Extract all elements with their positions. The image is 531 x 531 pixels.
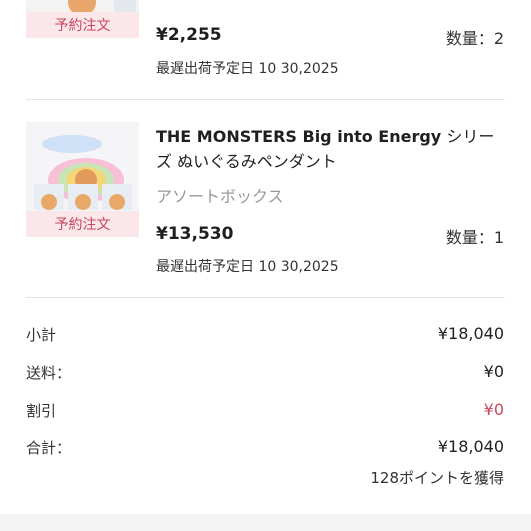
item-price: ¥2,255 (156, 25, 222, 45)
product-title-main: THE MONSTERS Big into Energy (156, 127, 442, 146)
subtotal-label: 小計 (26, 326, 57, 344)
item-quantity: 数量：2 (445, 29, 504, 48)
product-variant: アソートボックス (156, 187, 284, 206)
subtotal-value: ¥18,040 (437, 324, 504, 343)
bottom-section-separator (0, 514, 531, 531)
latest-ship-date: 最遅出荷予定日 10 30,2025 (156, 259, 339, 275)
item-price: ¥13,530 (156, 224, 234, 244)
preorder-badge: 予約注文 (26, 12, 139, 38)
shipping-value: ¥0 (483, 362, 504, 381)
points-earned: 128ポイントを獲得 (370, 469, 504, 487)
discount-label: 割引 (26, 402, 57, 420)
product-image-2[interactable]: 予約注文 (26, 122, 139, 237)
preorder-badge: 予約注文 (26, 211, 139, 237)
total-value: ¥18,040 (437, 437, 504, 456)
product-image-1[interactable]: 予約注文 (26, 0, 139, 38)
discount-value: ¥0 (483, 400, 504, 419)
product-title[interactable]: THE MONSTERS Big into Energy シリーズ ぬいぐるみペ… (156, 124, 506, 174)
shipping-label: 送料： (26, 364, 72, 382)
item-quantity: 数量：1 (445, 228, 504, 247)
summary-divider (26, 297, 505, 298)
latest-ship-date: 最遅出荷予定日 10 30,2025 (156, 61, 339, 77)
item-divider (26, 99, 505, 100)
total-label: 合計： (26, 439, 72, 457)
